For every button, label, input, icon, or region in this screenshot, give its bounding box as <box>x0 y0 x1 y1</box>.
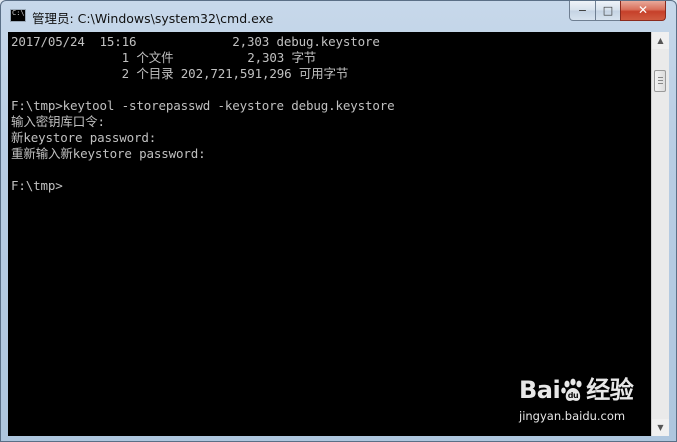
console-line: 2 个目录 202,721,591,296 可用字节 <box>11 66 349 81</box>
paw-icon: du <box>561 378 582 401</box>
console-output[interactable]: 2017/05/24 15:16 2,303 debug.keystore 1 … <box>8 32 651 436</box>
baidu-logo: Bai du 经验 <box>519 370 634 405</box>
console-line: 重新输入新keystore password: <box>11 146 206 161</box>
minimize-button[interactable]: − <box>569 1 596 21</box>
cmd-icon[interactable] <box>10 9 26 22</box>
baidu-jingyan-watermark: Bai du 经验 jingyan.baidu.com <box>519 370 649 430</box>
console-line: 1 个文件 2,303 字节 <box>11 50 317 65</box>
console-line: F:\tmp>keytool -storepasswd -keystore de… <box>11 98 395 113</box>
cmd-window: 管理员: C:\Windows\system32\cmd.exe − □ ✕ 2… <box>0 0 677 442</box>
watermark-url: jingyan.baidu.com <box>519 409 626 423</box>
svg-text:du: du <box>568 391 579 400</box>
scroll-down-icon[interactable]: ▼ <box>652 419 669 436</box>
vertical-scrollbar[interactable]: ▲ ▼ <box>651 32 669 436</box>
scroll-up-icon[interactable]: ▲ <box>652 32 669 49</box>
scroll-thumb[interactable] <box>654 70 666 92</box>
title-bar[interactable]: 管理员: C:\Windows\system32\cmd.exe − □ ✕ <box>1 1 676 32</box>
maximize-button[interactable]: □ <box>595 1 621 21</box>
console-line: F:\tmp> <box>11 178 63 193</box>
console-line: 2017/05/24 15:16 2,303 debug.keystore <box>11 34 380 49</box>
console-line: 新keystore password: <box>11 130 157 145</box>
logo-right-text: 经验 <box>586 376 634 404</box>
logo-left-text: Bai <box>519 376 561 404</box>
console-line: 输入密钥库口令: <box>11 114 105 129</box>
close-button[interactable]: ✕ <box>620 1 666 21</box>
window-title: 管理员: C:\Windows\system32\cmd.exe <box>32 11 274 26</box>
